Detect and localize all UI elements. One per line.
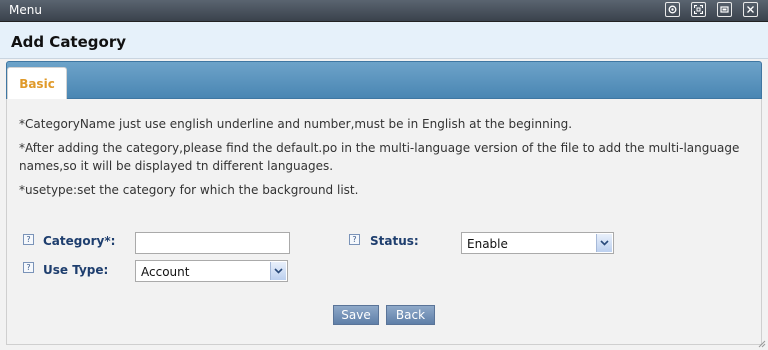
window-controls — [665, 2, 758, 17]
page-title: Add Category — [11, 33, 126, 51]
back-button[interactable]: Back — [386, 305, 435, 325]
help-icon[interactable]: ? — [23, 262, 34, 273]
help-icon[interactable]: ? — [23, 234, 34, 245]
page-header: Add Category — [0, 22, 768, 59]
note-multi-language: *After adding the category,please find t… — [19, 141, 740, 173]
tab-bar: Basic — [6, 61, 762, 99]
resize-grip-icon[interactable] — [758, 340, 766, 348]
fullscreen-icon[interactable] — [691, 2, 706, 17]
status-label: Status: — [370, 234, 419, 248]
use-type-select[interactable]: Account — [135, 260, 288, 282]
minimize-icon[interactable] — [717, 2, 732, 17]
save-button[interactable]: Save — [333, 305, 379, 325]
category-label: Category*: — [43, 234, 116, 248]
note-use-type: *usetype:set the category for which the … — [19, 183, 359, 197]
chevron-down-icon[interactable] — [596, 234, 612, 252]
category-input[interactable] — [135, 232, 290, 254]
use-type-label: Use Type: — [43, 263, 109, 277]
note-category-name: *CategoryName just use english underline… — [19, 117, 573, 131]
tab-basic[interactable]: Basic — [7, 67, 67, 99]
use-type-value: Account — [141, 265, 190, 279]
close-icon[interactable] — [743, 2, 758, 17]
help-icon[interactable]: ? — [349, 234, 360, 245]
window-title: Menu — [9, 3, 42, 17]
form-panel: *CategoryName just use english underline… — [6, 99, 762, 345]
window-titlebar: Menu — [0, 0, 768, 22]
status-value: Enable — [467, 237, 508, 251]
status-select[interactable]: Enable — [461, 232, 614, 254]
chevron-down-icon[interactable] — [270, 262, 286, 280]
pin-icon[interactable] — [665, 2, 680, 17]
